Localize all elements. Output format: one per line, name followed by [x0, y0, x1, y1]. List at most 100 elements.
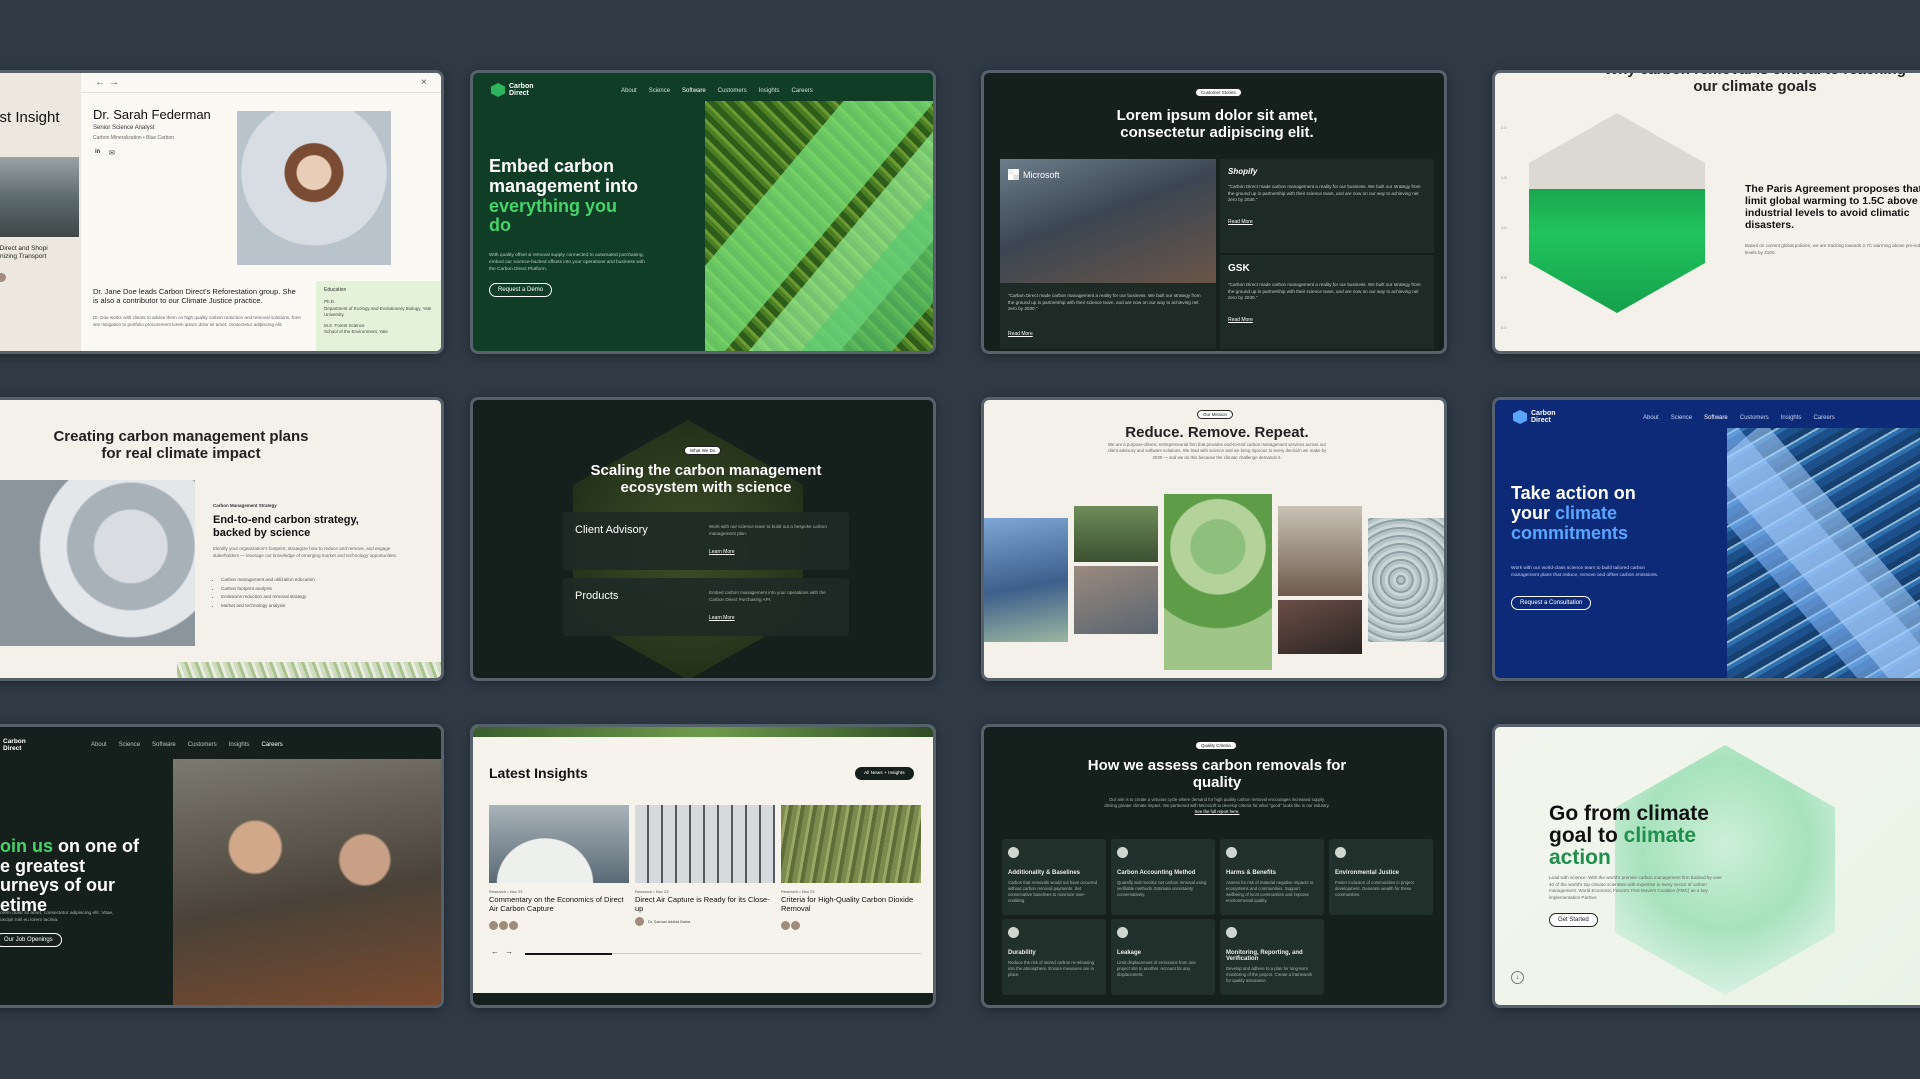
get-started-button[interactable]: Get Started — [1549, 913, 1598, 927]
post-author: Dr. Samuel Addisa Barba — [648, 919, 691, 924]
scroll-down-icon[interactable]: ↓ — [1511, 971, 1524, 984]
careers-body: orem dolor sit amet, consectetur adipisc… — [0, 911, 114, 923]
strategy-eyebrow: Carbon Management Strategy — [213, 503, 277, 508]
nav-item[interactable]: Careers — [261, 742, 282, 748]
hero-body: Work with our world-class science team t… — [1511, 566, 1659, 578]
hero-headline-main: Embed carbon management into — [489, 156, 639, 196]
lock-icon — [1008, 927, 1019, 938]
hero-headline: Embed carbon management into everything … — [489, 156, 639, 236]
logo[interactable]: Carbon Direct — [1513, 410, 1556, 424]
nav-item[interactable]: Customers — [718, 88, 747, 94]
logo[interactable]: Carbon Direct — [491, 83, 534, 97]
careers-headline-accent: oin us — [0, 835, 53, 856]
card-goal-to-action[interactable]: Go from climate goal to climate action L… — [1492, 724, 1920, 1008]
linkedin-icon[interactable]: in — [95, 149, 100, 155]
education-item: M.S. Forest Science School of the Enviro… — [324, 322, 388, 335]
nav-item[interactable]: Software — [1704, 415, 1728, 421]
insight-card[interactable]: Research • Nov 23 Direct Air Capture is … — [635, 805, 775, 927]
all-news-button[interactable]: All News + Insights — [855, 767, 914, 780]
criteria-card[interactable]: Carbon Accounting Method Quantify and mon… — [1111, 839, 1215, 915]
client-advisory-row[interactable]: Client Advisory Work with our science te… — [563, 512, 849, 570]
card-latest-insights[interactable]: Latest Insights All News + Insights Rese… — [470, 724, 936, 1008]
card-quality-criteria[interactable]: Quality Criteria How we assess carbon re… — [981, 724, 1447, 1008]
profile-role: Senior Science Analyst — [93, 125, 155, 131]
criteria-card[interactable]: Environmental Justice Foster inclusion of… — [1329, 839, 1433, 915]
row-title: Products — [575, 590, 619, 602]
woman-portrait-photo — [1074, 506, 1158, 562]
criteria-card[interactable]: Harms & Benefits Assess for risk of mater… — [1220, 839, 1324, 915]
warming-chart: 2.0 1.5 1.0 0.5 0.0 — [1495, 103, 1715, 330]
avatar — [499, 921, 508, 931]
check-icon — [1226, 927, 1237, 938]
card-management-plans[interactable]: Creating carbon management plans for rea… — [0, 397, 444, 681]
card-embed-hero[interactable]: Carbon Direct About Science Software Cus… — [470, 70, 936, 354]
logo-text[interactable]: Carbon Direct — [3, 738, 26, 752]
criteria-title: Environmental Justice — [1335, 870, 1400, 876]
bullet-item: Carbon footprint analysis — [221, 585, 421, 594]
nav-item[interactable]: Customers — [1740, 415, 1769, 421]
logo-mark-icon — [1513, 410, 1527, 424]
field-aerial-photo — [781, 805, 921, 883]
card-team-profile[interactable]: test Insight bon Direct and Shopi arboni… — [0, 70, 444, 354]
card-careers[interactable]: Carbon Direct About Science Software Cus… — [0, 724, 444, 1008]
hero-body: With quality offset & removal supply con… — [489, 253, 645, 272]
section-title: Creating carbon management plans for rea… — [53, 428, 309, 463]
products-row[interactable]: Products Embed carbon management into yo… — [563, 578, 849, 636]
card-what-we-do[interactable]: What We Do Scaling the carbon management… — [470, 397, 936, 681]
nav-item[interactable]: Software — [152, 742, 176, 748]
nav-item[interactable]: About — [621, 88, 637, 94]
criteria-card[interactable]: Leakage Limit displacement of emissions f… — [1111, 919, 1215, 995]
request-demo-button[interactable]: Request a Demo — [489, 283, 553, 297]
criteria-text: Limit displacement of emissions from one… — [1117, 960, 1196, 978]
close-icon[interactable]: × — [421, 77, 427, 88]
card-customer-stories[interactable]: Customer Stories Lorem ipsum dolor sit a… — [981, 70, 1447, 354]
card-mission[interactable]: Our Mission Reduce. Remove. Repeat. We a… — [981, 397, 1447, 681]
nav-item[interactable]: Science — [649, 88, 670, 94]
nav-item[interactable]: Customers — [188, 742, 217, 748]
shopify-story[interactable]: Shopify "Carbon Direct made carbon manag… — [1220, 159, 1434, 253]
read-more-link[interactable]: Read More — [1228, 219, 1253, 225]
learn-more-link[interactable]: Learn More — [709, 549, 735, 555]
card-take-action[interactable]: Carbon Direct About Science Software Cus… — [1492, 397, 1920, 681]
learn-more-link[interactable]: Learn More — [709, 615, 735, 621]
education-item: Ph.D. Department of Ecology and Evolutio… — [324, 299, 432, 318]
criteria-card[interactable]: Durability Reduce the risk of stored carb… — [1002, 919, 1106, 995]
next-arrow-icon[interactable]: → — [505, 947, 513, 956]
microsoft-story[interactable]: Microsoft "Carbon Direct made carbon man… — [1000, 159, 1216, 349]
job-openings-button[interactable]: Our Job Openings — [0, 933, 62, 947]
nav-item[interactable]: Careers — [1813, 415, 1834, 421]
nav-item[interactable]: Science — [1671, 415, 1692, 421]
logo-text: Carbon Direct — [1531, 410, 1556, 424]
back-arrow-icon[interactable]: ← — [95, 77, 105, 88]
nav-item[interactable]: About — [1643, 415, 1659, 421]
insight-card[interactable]: Research • Nov 23 Criteria for High-Qual… — [781, 805, 921, 935]
education-panel: Education Ph.D. Department of Ecology an… — [316, 281, 441, 351]
nav-item[interactable]: About — [91, 742, 107, 748]
gsk-story[interactable]: GSK "Carbon Direct made carbon managemen… — [1220, 255, 1434, 349]
forward-arrow-icon[interactable]: → — [109, 77, 119, 88]
top-nav: About Science Software Customers Insight… — [621, 88, 813, 94]
building-photo — [984, 518, 1068, 642]
nav-item[interactable]: Careers — [791, 88, 812, 94]
row-text: Work with our science team to build out … — [709, 524, 827, 536]
prev-arrow-icon[interactable]: ← — [491, 947, 499, 956]
bullet-item: Market and technology analysis — [221, 602, 421, 611]
nav-item[interactable]: Software — [682, 88, 706, 94]
email-icon[interactable]: ✉ — [109, 149, 115, 157]
post-meta: Research • Nov 23 — [781, 889, 815, 894]
read-more-link[interactable]: Read More — [1228, 317, 1253, 323]
criteria-card[interactable]: Additionality & Baselines Carbon that rem… — [1002, 839, 1106, 915]
nav-item[interactable]: Insights — [1781, 415, 1802, 421]
card-why-removal[interactable]: Why carbon removal is critical to reachi… — [1492, 70, 1920, 354]
criteria-card[interactable]: Monitoring, Reporting, and Verification D… — [1220, 919, 1324, 995]
nav-item[interactable]: Insights — [229, 742, 250, 748]
paris-headline: The Paris Agreement proposes that we lim… — [1745, 183, 1920, 232]
insight-card[interactable]: Research • Nov 23 Commentary on the Econ… — [489, 805, 629, 935]
nav-item[interactable]: Science — [119, 742, 140, 748]
report-link[interactable]: See the full report here. — [1195, 809, 1240, 814]
nav-item[interactable]: Insights — [759, 88, 780, 94]
profile-subrole: Carbon Mineralization • Blue Carbon — [93, 135, 174, 141]
request-consultation-button[interactable]: Request a Consultation — [1511, 596, 1592, 610]
read-more-link[interactable]: Read More — [1008, 331, 1033, 337]
carousel-progress[interactable] — [525, 952, 921, 955]
